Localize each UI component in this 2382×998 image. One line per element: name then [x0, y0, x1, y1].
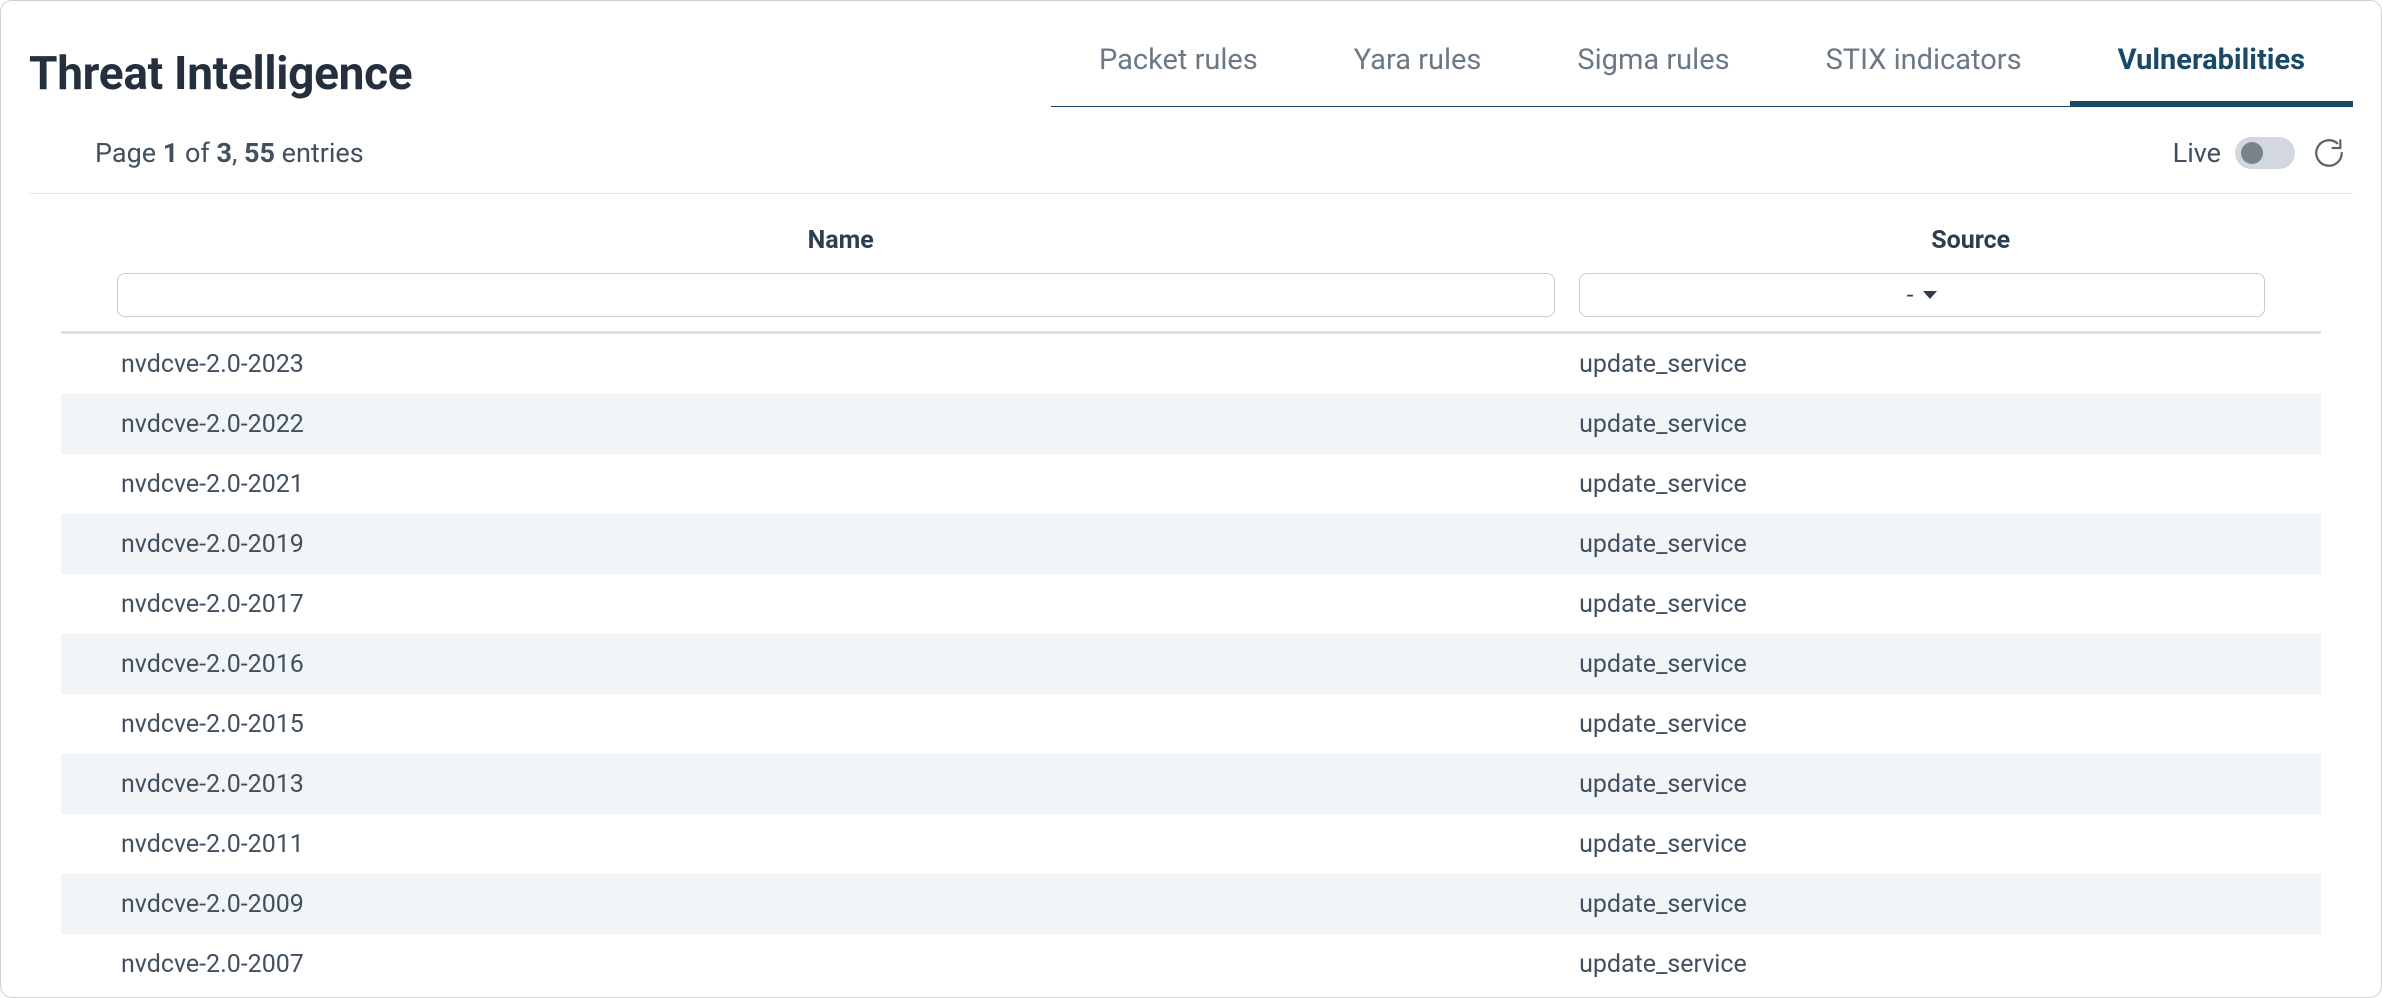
- name-filter-input[interactable]: [117, 273, 1555, 317]
- cell-name: nvdcve-2.0-2009: [117, 890, 1555, 919]
- tab-sigma-rules[interactable]: Sigma rules: [1529, 25, 1777, 107]
- pagination-comma: ,: [232, 137, 244, 169]
- table-row[interactable]: nvdcve-2.0-2021update_service: [61, 454, 2321, 514]
- pagination-of: of: [178, 137, 216, 169]
- cell-name: nvdcve-2.0-2021: [117, 470, 1555, 499]
- chevron-down-icon: [1923, 291, 1937, 299]
- table-headers: Name Source: [61, 214, 2321, 273]
- cell-name: nvdcve-2.0-2023: [117, 350, 1555, 379]
- cell-source: update_service: [1555, 590, 2265, 619]
- source-filter-value: -: [1907, 281, 1914, 309]
- pagination-suffix: entries: [275, 137, 364, 169]
- table-row[interactable]: nvdcve-2.0-2022update_service: [61, 394, 2321, 454]
- cell-name: nvdcve-2.0-2013: [117, 770, 1555, 799]
- pagination-total-entries: 55: [244, 137, 275, 169]
- filter-row: -: [61, 273, 2321, 334]
- cell-source: update_service: [1555, 830, 2265, 859]
- table-row[interactable]: nvdcve-2.0-2011update_service: [61, 814, 2321, 874]
- cell-source: update_service: [1555, 710, 2265, 739]
- pagination-current: 1: [163, 137, 179, 169]
- cell-name: nvdcve-2.0-2019: [117, 530, 1555, 559]
- tabs-container: Packet rulesYara rulesSigma rulesSTIX in…: [1051, 25, 2353, 107]
- pagination-prefix: Page: [95, 137, 163, 169]
- tab-stix-indicators[interactable]: STIX indicators: [1778, 25, 2070, 107]
- table-row[interactable]: nvdcve-2.0-2009update_service: [61, 874, 2321, 934]
- column-header-name[interactable]: Name: [61, 226, 1620, 255]
- column-header-source[interactable]: Source: [1620, 226, 2321, 255]
- table-row[interactable]: nvdcve-2.0-2016update_service: [61, 634, 2321, 694]
- pagination-total-pages: 3: [216, 137, 232, 169]
- cell-name: nvdcve-2.0-2017: [117, 590, 1555, 619]
- table-row[interactable]: nvdcve-2.0-2015update_service: [61, 694, 2321, 754]
- table-row[interactable]: nvdcve-2.0-2019update_service: [61, 514, 2321, 574]
- cell-name: nvdcve-2.0-2007: [117, 950, 1555, 979]
- cell-source: update_service: [1555, 650, 2265, 679]
- live-controls: Live: [2173, 133, 2353, 173]
- pagination-info: Page 1 of 3, 55 entries: [95, 137, 364, 169]
- cell-source: update_service: [1555, 890, 2265, 919]
- source-filter-select[interactable]: -: [1579, 273, 2265, 317]
- cell-source: update_service: [1555, 470, 2265, 499]
- table-body: nvdcve-2.0-2023update_servicenvdcve-2.0-…: [61, 334, 2321, 994]
- cell-name: nvdcve-2.0-2011: [117, 830, 1555, 859]
- table-row[interactable]: nvdcve-2.0-2017update_service: [61, 574, 2321, 634]
- table-row[interactable]: nvdcve-2.0-2013update_service: [61, 754, 2321, 814]
- cell-source: update_service: [1555, 530, 2265, 559]
- cell-source: update_service: [1555, 410, 2265, 439]
- toggle-knob: [2241, 142, 2263, 164]
- page-title: Threat Intelligence: [29, 47, 412, 107]
- table-row[interactable]: nvdcve-2.0-2023update_service: [61, 334, 2321, 394]
- cell-source: update_service: [1555, 770, 2265, 799]
- tab-packet-rules[interactable]: Packet rules: [1051, 25, 1306, 107]
- refresh-icon[interactable]: [2309, 133, 2349, 173]
- cell-source: update_service: [1555, 950, 2265, 979]
- tab-yara-rules[interactable]: Yara rules: [1306, 25, 1530, 107]
- cell-name: nvdcve-2.0-2015: [117, 710, 1555, 739]
- cell-source: update_service: [1555, 350, 2265, 379]
- tab-vulnerabilities[interactable]: Vulnerabilities: [2070, 25, 2353, 107]
- table-row[interactable]: nvdcve-2.0-2007update_service: [61, 934, 2321, 994]
- live-toggle[interactable]: [2235, 137, 2295, 169]
- cell-name: nvdcve-2.0-2022: [117, 410, 1555, 439]
- live-label: Live: [2173, 137, 2221, 169]
- cell-name: nvdcve-2.0-2016: [117, 650, 1555, 679]
